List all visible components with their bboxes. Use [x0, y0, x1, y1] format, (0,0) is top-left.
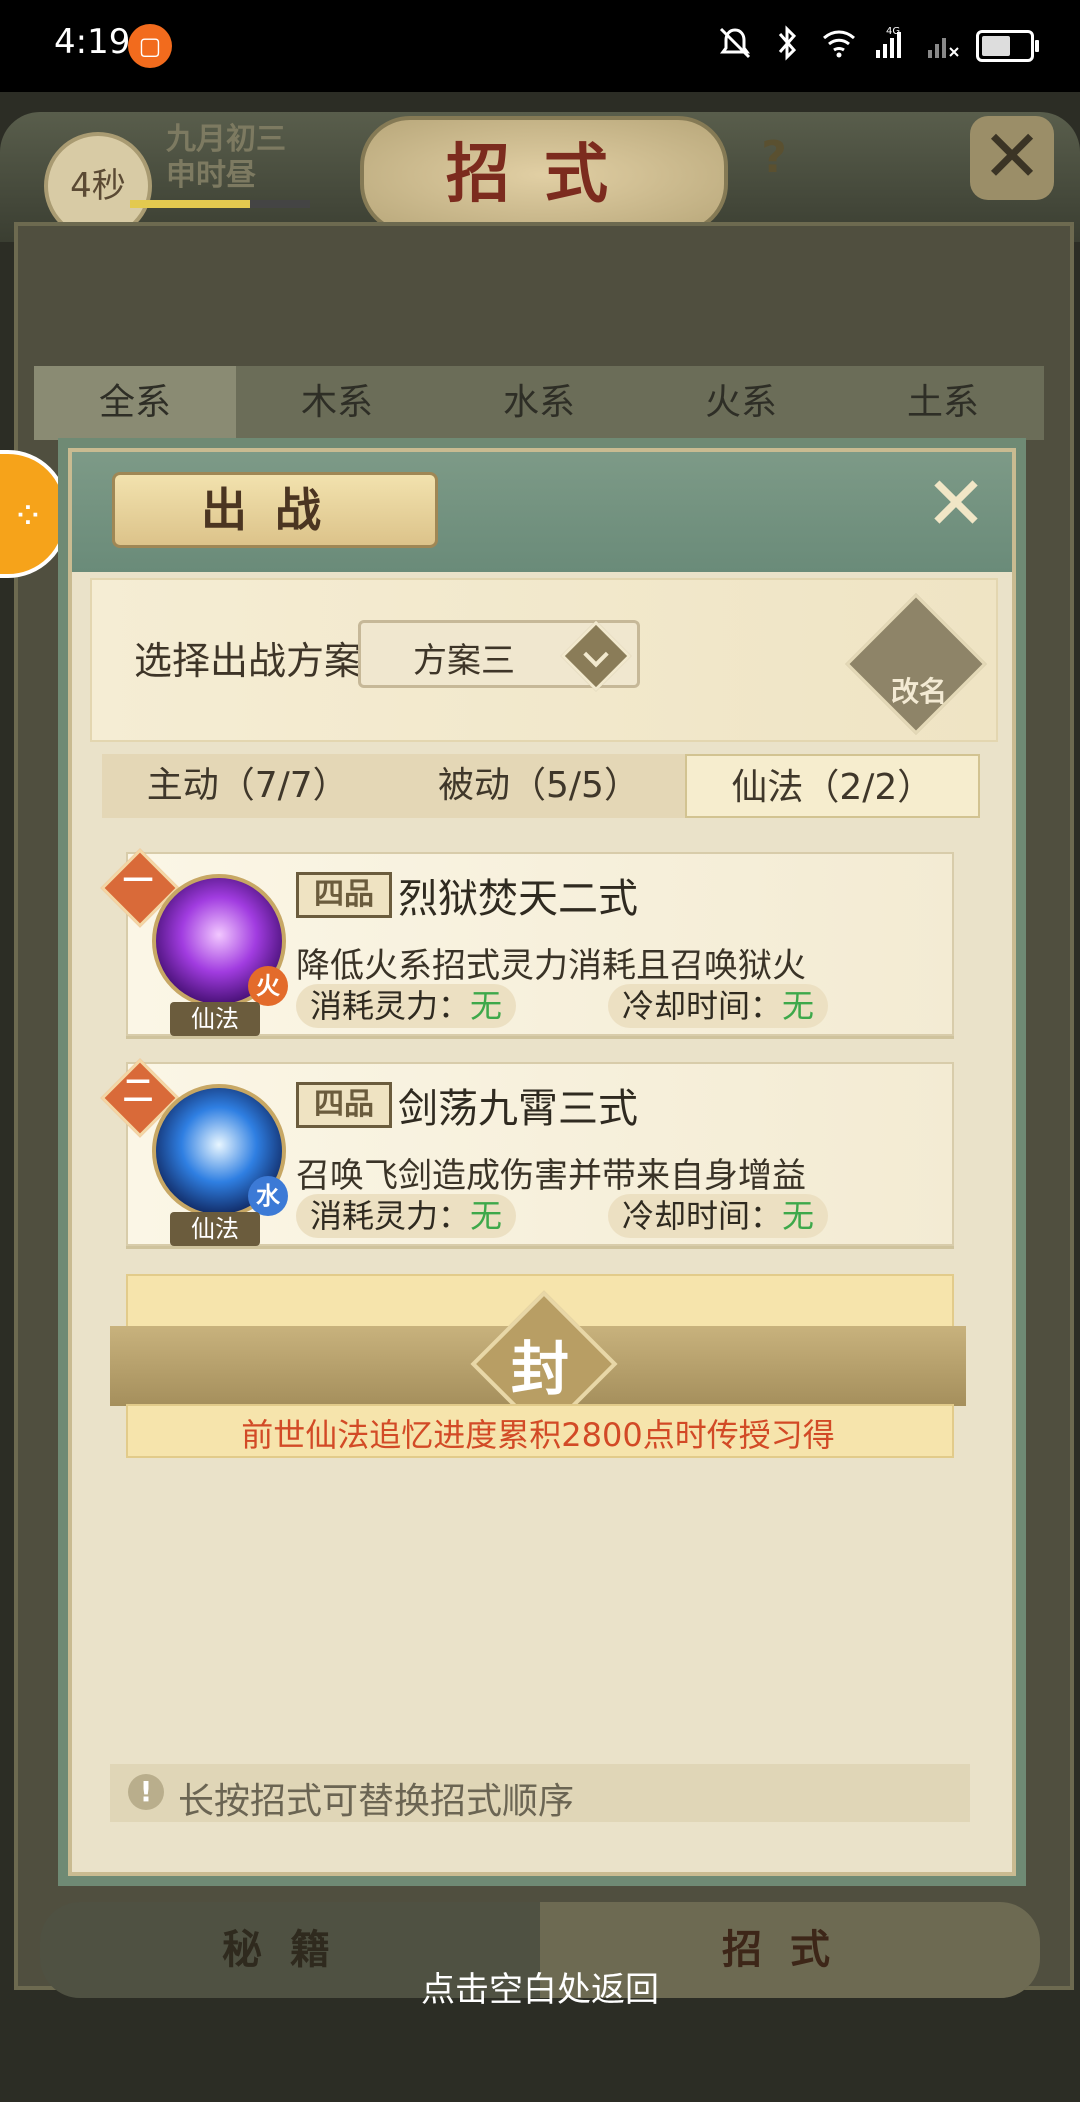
gamepad-icon: ⁘	[12, 494, 44, 538]
status-bar: 4:19 ▢ 4G	[0, 0, 1080, 92]
cost-label: 消耗灵力：	[310, 1197, 471, 1235]
element-badge: 水	[248, 1176, 288, 1216]
skill-card[interactable]: 一 火 仙法 四品 烈狱焚天二式 降低火系招式灵力消耗且召唤狱火 消耗灵力：无 …	[100, 848, 954, 1036]
rename-button[interactable]	[845, 593, 987, 735]
cost-value: 无	[470, 987, 503, 1025]
hint-text: 长按招式可替换招式顺序	[178, 1781, 575, 1822]
time-progress	[130, 200, 310, 208]
skill-description: 降低火系招式灵力消耗且召唤狱火	[296, 946, 806, 986]
battery-icon	[976, 30, 1039, 62]
dialog-header: 出战 ✕	[72, 452, 1012, 572]
battle-dialog: 出战 ✕ 选择出战方案： 方案三 改名 主动（7/7） 被动（5/5） 仙法（2…	[68, 448, 1016, 1876]
cost-stat: 消耗灵力：无	[296, 1194, 517, 1238]
clock: 4:19	[54, 22, 131, 62]
grade-badge: 四品	[296, 1082, 392, 1128]
skill-card[interactable]: 二 水 仙法 四品 剑荡九霄三式 召唤飞剑造成伤害并带来自身增益 消耗灵力：无 …	[100, 1058, 954, 1246]
element-badge: 火	[248, 966, 288, 1006]
tab-all[interactable]: 全系	[34, 366, 236, 440]
cost-stat: 消耗灵力：无	[296, 984, 517, 1028]
cooldown-label: 冷却时间：	[622, 987, 783, 1025]
hint-bar: ! 长按招式可替换招式顺序	[110, 1764, 970, 1822]
tab-water[interactable]: 水系	[438, 366, 640, 440]
skill-name: 烈狱焚天二式	[398, 876, 638, 922]
tab-immortal-arts[interactable]: 仙法（2/2）	[684, 754, 980, 818]
tab-active-skills[interactable]: 主动（7/7）	[102, 754, 393, 818]
cost-label: 消耗灵力：	[310, 987, 471, 1025]
tab-earth[interactable]: 土系	[842, 366, 1044, 440]
cooldown-stat: 冷却时间：无	[608, 984, 829, 1028]
scheme-dropdown[interactable]: 方案三	[358, 620, 640, 692]
date-line2: 申时昼	[166, 158, 256, 193]
grade-badge: 四品	[296, 872, 392, 918]
skill-name: 剑荡九霄三式	[398, 1086, 638, 1132]
date-line1: 九月初三	[166, 122, 286, 157]
cooldown-value: 无	[782, 1197, 815, 1235]
scheme-value: 方案三	[413, 641, 515, 681]
rank-number: 一	[123, 864, 153, 899]
dialog-title: 出战	[112, 472, 438, 548]
screenshot-notification-icon: ▢	[128, 24, 172, 68]
bluetooth-icon	[778, 25, 797, 61]
unlock-requirement: 前世仙法追忆进度累积2800点时传授习得	[241, 1416, 835, 1454]
exclamation-icon: !	[128, 1774, 164, 1810]
signal-no-service-icon	[928, 38, 959, 58]
page-title: 招式	[360, 116, 728, 234]
skill-type-tag: 仙法	[170, 1212, 260, 1246]
close-main-button[interactable]: ✕	[970, 116, 1054, 200]
cooldown-label: 冷却时间：	[622, 1197, 783, 1235]
tab-fire[interactable]: 火系	[640, 366, 842, 440]
rank-number: 二	[123, 1074, 153, 1109]
element-tabs: 全系 木系 水系 火系 土系	[34, 366, 1044, 440]
mute-vibrate-icon	[719, 27, 751, 59]
dialog-close-button[interactable]: ✕	[918, 466, 994, 542]
skill-subtabs: 主动（7/7） 被动（5/5） 仙法（2/2）	[102, 754, 980, 818]
system-icons: 4G	[716, 24, 1039, 62]
tab-wood[interactable]: 木系	[236, 366, 438, 440]
return-hint[interactable]: 点击空白处返回	[0, 1962, 1080, 2011]
cooldown-value: 无	[782, 987, 815, 1025]
seal-char: 封	[510, 1335, 569, 1403]
cost-value: 无	[470, 1197, 503, 1235]
cooldown-stat: 冷却时间：无	[608, 1194, 829, 1238]
help-button[interactable]: ?	[748, 132, 800, 184]
wifi-icon	[823, 30, 855, 58]
scheme-row: 选择出战方案： 方案三 改名	[90, 578, 998, 742]
skill-description: 召唤飞剑造成伤害并带来自身增益	[296, 1156, 806, 1196]
skill-type-tag: 仙法	[170, 1002, 260, 1036]
game-date: 九月初三 申时昼	[166, 122, 286, 194]
signal-4g-icon: 4G	[876, 26, 901, 58]
rename-label: 改名	[890, 675, 947, 708]
chevron-down-icon	[560, 620, 632, 692]
tab-passive-skills[interactable]: 被动（5/5）	[393, 754, 684, 818]
sealed-skill-slot[interactable]: 封 前世仙法追忆进度累积2800点时传授习得	[110, 1274, 966, 1458]
